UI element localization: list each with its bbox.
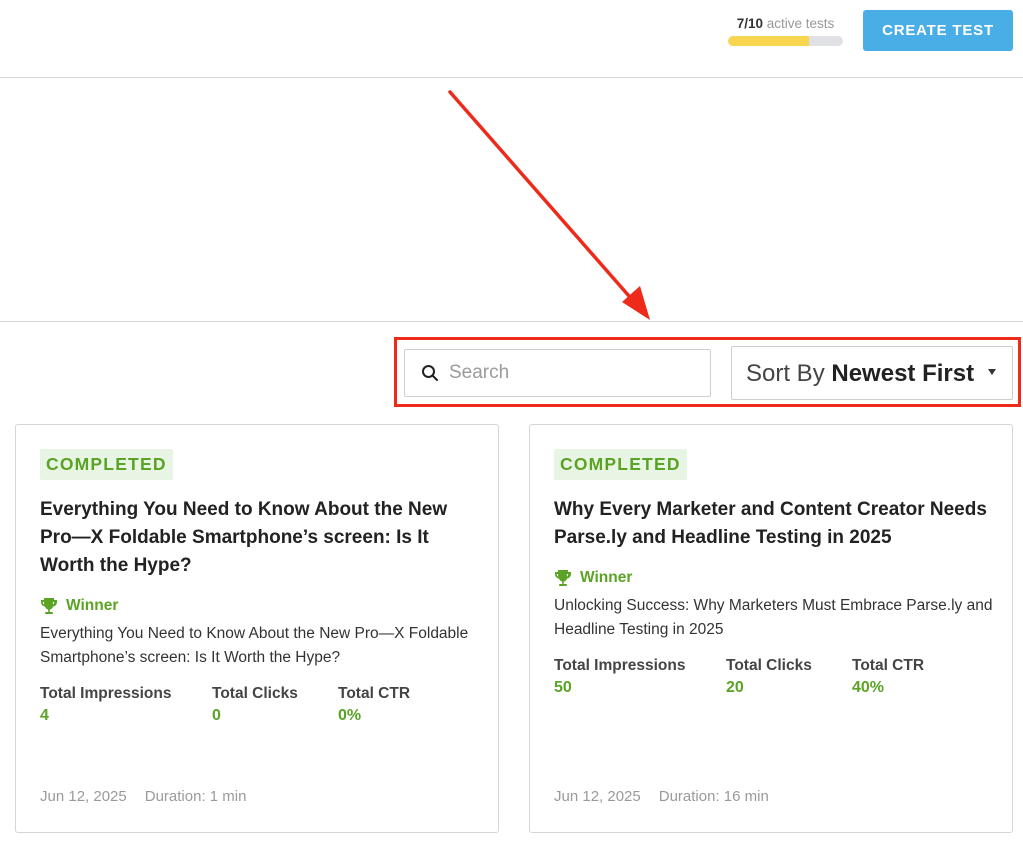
trophy-icon	[41, 598, 57, 614]
card-footer: Jun 12, 2025 Duration: 1 min	[40, 788, 246, 805]
test-card[interactable]: COMPLETED Why Every Marketer and Content…	[529, 424, 1013, 833]
stat-value: 4	[40, 707, 49, 724]
card-footer: Jun 12, 2025 Duration: 16 min	[554, 788, 769, 805]
stat-value: 0%	[338, 707, 362, 724]
quota-progress-bar	[728, 36, 843, 46]
stats-row: Total Impressions 50 Total Clicks 20 Tot…	[554, 657, 924, 697]
stat-label: Total Clicks	[212, 685, 298, 702]
stat-ctr: Total CTR 40%	[852, 657, 924, 697]
stats-row: Total Impressions 4 Total Clicks 0 Total…	[40, 685, 410, 725]
stat-value: 0	[212, 707, 221, 724]
test-duration: Duration: 1 min	[144, 788, 247, 805]
quota-text: 7/10 active tests	[728, 16, 843, 31]
test-date: Jun 12, 2025	[40, 788, 127, 805]
winner-label: Winner	[40, 596, 118, 616]
test-duration: Duration: 16 min	[658, 788, 769, 805]
active-tests-quota: 7/10 active tests	[728, 16, 843, 46]
annotation-highlight-box	[394, 337, 1021, 407]
stat-clicks: Total Clicks 0	[212, 685, 338, 725]
test-title[interactable]: Why Every Marketer and Content Creator N…	[554, 496, 994, 552]
test-title[interactable]: Everything You Need to Know About the Ne…	[40, 496, 480, 580]
test-date: Jun 12, 2025	[554, 788, 641, 805]
stat-label: Total CTR	[852, 657, 925, 674]
stat-label: Total CTR	[338, 685, 411, 702]
stat-impressions: Total Impressions 50	[554, 657, 726, 697]
stat-impressions: Total Impressions 4	[40, 685, 212, 725]
winner-text-label: Winner	[580, 569, 633, 586]
top-bar: 7/10 active tests CREATE TEST	[0, 0, 1023, 78]
status-badge: COMPLETED	[40, 449, 173, 480]
create-test-button[interactable]: CREATE TEST	[863, 10, 1013, 51]
quota-progress-fill	[728, 36, 809, 46]
stat-clicks: Total Clicks 20	[726, 657, 852, 697]
section-divider	[0, 321, 1023, 322]
winning-headline: Everything You Need to Know About the Ne…	[40, 625, 469, 666]
test-card[interactable]: COMPLETED Everything You Need to Know Ab…	[15, 424, 499, 833]
winner-text-label: Winner	[66, 597, 119, 614]
winner-label: Winner	[554, 568, 632, 588]
stat-label: Total Impressions	[40, 685, 172, 702]
stat-value: 20	[726, 679, 744, 696]
trophy-icon	[555, 570, 571, 586]
stat-value: 50	[554, 679, 572, 696]
stat-label: Total Impressions	[554, 657, 686, 674]
stat-ctr: Total CTR 0%	[338, 685, 410, 725]
stat-value: 40%	[852, 679, 885, 696]
stat-label: Total Clicks	[726, 657, 812, 674]
quota-suffix: active tests	[766, 16, 835, 31]
winning-headline: Unlocking Success: Why Marketers Must Em…	[554, 597, 993, 638]
status-badge: COMPLETED	[554, 449, 687, 480]
quota-count: 7/10	[736, 16, 763, 31]
